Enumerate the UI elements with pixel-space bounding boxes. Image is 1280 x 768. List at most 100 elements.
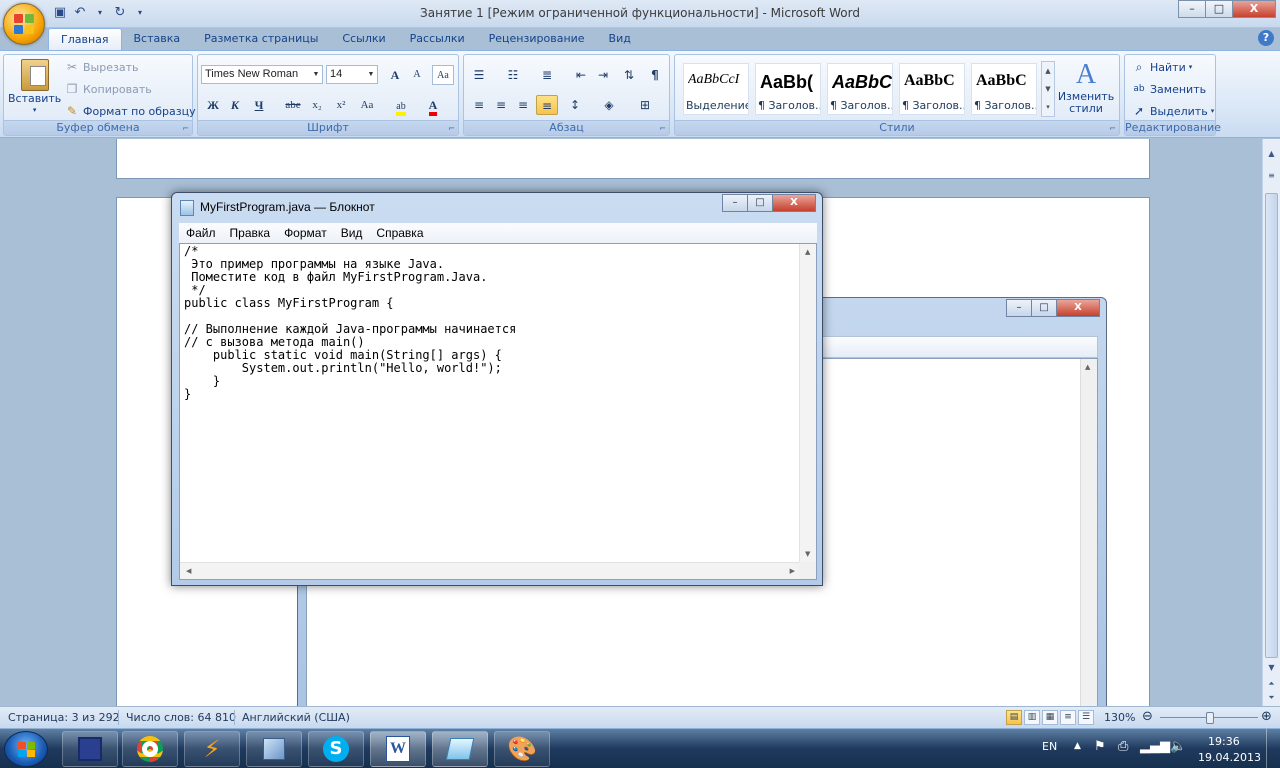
scroll-left-icon[interactable]: ◀	[186, 567, 191, 575]
style-item[interactable]: AaBbC ¶ Заголов...	[971, 63, 1037, 115]
draft-icon[interactable]: ☰	[1078, 710, 1094, 725]
bold-button[interactable]: Ж	[202, 95, 224, 115]
align-right-icon[interactable]: ≡	[512, 95, 534, 115]
select-button[interactable]: ➚ Выделить ▾	[1131, 103, 1214, 119]
strikethrough-button[interactable]: abe	[282, 95, 304, 115]
close-button[interactable]: X	[772, 194, 816, 212]
notepad-window[interactable]: MyFirstProgram.java — Блокнот – □ X Файл…	[171, 192, 823, 586]
replace-button[interactable]: ab Заменить	[1131, 81, 1206, 97]
close-button[interactable]: X	[1232, 0, 1276, 18]
change-case-button[interactable]: Aa	[356, 95, 378, 115]
line-spacing-icon[interactable]: ↕	[564, 95, 586, 115]
style-item[interactable]: AaBbC ¶ Заголов...	[827, 63, 893, 115]
scrollbar[interactable]: ▲	[1080, 359, 1097, 715]
zoom-in-icon[interactable]: ⊕	[1261, 709, 1272, 724]
tab-view[interactable]: Вид	[597, 28, 643, 50]
style-item[interactable]: AaBb( ¶ Заголов...	[755, 63, 821, 115]
dialog-launcher-icon[interactable]: ⌐	[1109, 124, 1116, 133]
menu-format[interactable]: Формат	[277, 223, 334, 243]
sort-icon[interactable]: ⇅	[618, 65, 640, 85]
taskbar-paint[interactable]: 🎨	[494, 731, 550, 767]
scroll-up-icon[interactable]: ▲	[1085, 363, 1090, 371]
increase-indent-icon[interactable]: ⇥	[592, 65, 614, 85]
volume-icon[interactable]: 🔈	[1170, 739, 1186, 754]
copy-button[interactable]: ❐ Копировать	[64, 81, 152, 97]
cut-button[interactable]: ✂ Вырезать	[64, 59, 139, 75]
show-desktop-button[interactable]	[1266, 729, 1280, 768]
taskbar-winamp[interactable]: ⚡	[184, 731, 240, 767]
word-count[interactable]: Число слов: 64 810	[126, 711, 236, 724]
ruler-toggle-icon[interactable]: ≡	[1264, 169, 1279, 183]
justify-icon[interactable]: ≡	[536, 95, 558, 115]
full-screen-reading-icon[interactable]: ▥	[1024, 710, 1040, 725]
horizontal-scrollbar[interactable]: ◀ ▶	[180, 562, 801, 579]
maximize-button[interactable]: □	[747, 194, 773, 212]
scrollbar-thumb[interactable]	[1265, 193, 1278, 658]
maximize-button[interactable]: □	[1205, 0, 1233, 18]
scroll-up-icon[interactable]: ▲	[1264, 147, 1279, 161]
tab-insert[interactable]: Вставка	[122, 28, 193, 50]
next-page-icon[interactable]: ⏷	[1264, 691, 1279, 705]
notepad-text-area[interactable]: /* Это пример программы на языке Java. П…	[179, 243, 817, 580]
subscript-button[interactable]: x₂	[306, 95, 328, 115]
document-scrollbar[interactable]: ▲ ≡ ▼ ⏶ ⏷	[1262, 139, 1280, 706]
close-button[interactable]: X	[1056, 299, 1100, 317]
find-button[interactable]: ⌕ Найти ▾	[1131, 59, 1193, 75]
grow-font-button[interactable]: A	[384, 65, 406, 85]
taskbar-notepad[interactable]	[432, 731, 488, 767]
print-layout-icon[interactable]: ▤	[1006, 710, 1022, 725]
tab-mailings[interactable]: Рассылки	[398, 28, 477, 50]
zoom-out-icon[interactable]: ⊖	[1142, 709, 1153, 724]
tab-home[interactable]: Главная	[48, 28, 122, 50]
menu-file[interactable]: Файл	[179, 223, 223, 243]
pilcrow-icon[interactable]: ¶	[644, 65, 666, 85]
menu-edit[interactable]: Правка	[223, 223, 278, 243]
align-left-icon[interactable]: ≡	[468, 95, 490, 115]
underline-button[interactable]: Ч	[248, 95, 270, 115]
resize-grip[interactable]	[799, 562, 816, 579]
dialog-launcher-icon[interactable]: ⌐	[182, 124, 189, 133]
menu-help[interactable]: Справка	[369, 223, 430, 243]
italic-button[interactable]: К	[224, 95, 246, 115]
shrink-font-button[interactable]: A	[406, 65, 428, 85]
zoom-slider-thumb[interactable]	[1206, 712, 1214, 724]
borders-icon[interactable]: ⊞	[634, 95, 656, 115]
tab-references[interactable]: Ссылки	[330, 28, 397, 50]
clock-date[interactable]: 19.04.2013	[1198, 751, 1261, 764]
language[interactable]: Английский (США)	[242, 711, 350, 724]
font-color-icon[interactable]: A	[422, 95, 444, 116]
numbering-icon[interactable]: ☷	[502, 65, 524, 85]
start-button[interactable]	[4, 731, 48, 767]
vertical-scrollbar[interactable]: ▲ ▼	[799, 244, 816, 562]
clear-format-icon[interactable]: Aa	[432, 65, 454, 85]
taskbar-save-app[interactable]	[62, 731, 118, 767]
change-styles-button[interactable]: A Изменить стили	[1058, 59, 1114, 115]
taskbar-skype[interactable]: S	[308, 731, 364, 767]
office-button[interactable]	[3, 3, 45, 45]
highlight-icon[interactable]: ab	[390, 95, 412, 116]
outline-icon[interactable]: ≡	[1060, 710, 1076, 725]
bullets-icon[interactable]: ☰	[468, 65, 490, 85]
taskbar-virtualbox[interactable]	[246, 731, 302, 767]
maximize-button[interactable]: □	[1031, 299, 1057, 317]
font-family-select[interactable]: Times New Roman ▼	[201, 65, 323, 84]
format-painter-button[interactable]: ✎ Формат по образцу	[64, 103, 196, 119]
scroll-right-icon[interactable]: ▶	[790, 567, 795, 575]
style-item[interactable]: AaBbCcI Выделение	[683, 63, 749, 115]
paste-button[interactable]: Вставить ▾	[8, 59, 61, 114]
font-size-select[interactable]: 14 ▼	[326, 65, 378, 84]
superscript-button[interactable]: x²	[330, 95, 352, 115]
tab-review[interactable]: Рецензирование	[477, 28, 597, 50]
prev-page-icon[interactable]: ⏶	[1264, 677, 1279, 691]
scroll-up-icon[interactable]: ▲	[805, 248, 810, 256]
decrease-indent-icon[interactable]: ⇤	[570, 65, 592, 85]
flag-icon[interactable]: ⚑	[1094, 739, 1106, 754]
taskbar-chrome[interactable]	[122, 731, 178, 767]
minimize-button[interactable]: –	[1178, 0, 1206, 18]
show-hidden-icons[interactable]: ▲	[1074, 741, 1081, 751]
scroll-down-icon[interactable]: ▼	[805, 550, 810, 558]
page[interactable]	[116, 139, 1150, 179]
scroll-down-icon[interactable]: ▼	[1264, 661, 1279, 675]
dialog-launcher-icon[interactable]: ⌐	[659, 124, 666, 133]
tab-page-layout[interactable]: Разметка страницы	[192, 28, 330, 50]
